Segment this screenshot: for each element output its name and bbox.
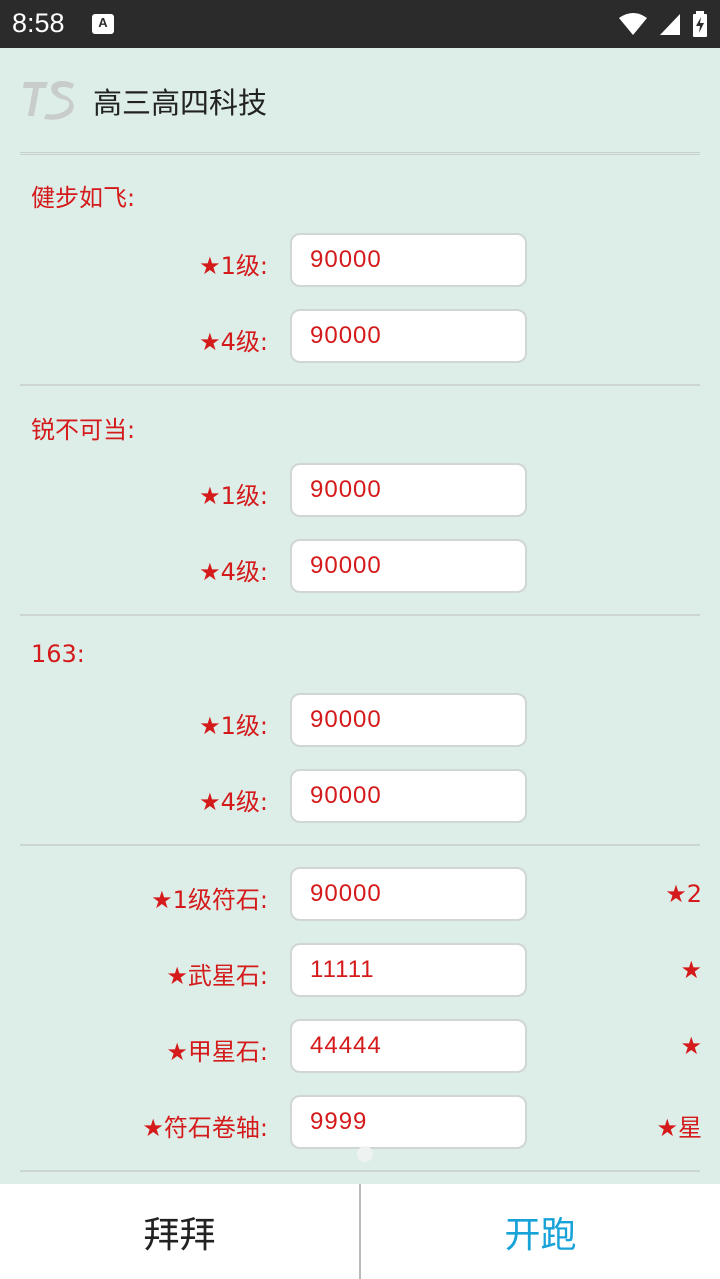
- exit-button[interactable]: 拜拜: [0, 1184, 359, 1279]
- level-1-label: ★1级:: [199, 482, 268, 510]
- wifi-icon: [619, 13, 647, 35]
- section-divider: [20, 614, 700, 616]
- section-title-jianbu: 健步如飞:: [31, 184, 136, 212]
- start-button[interactable]: 开跑: [361, 1184, 720, 1279]
- rune-scroll-note: ★星: [656, 1114, 702, 1142]
- level-4-label: ★4级:: [199, 788, 268, 816]
- level-4-input[interactable]: [292, 541, 525, 591]
- section-divider: [20, 384, 700, 386]
- weapon-star-stone-input[interactable]: [292, 945, 525, 995]
- status-time: 8:58: [12, 8, 65, 38]
- level-1-label: ★1级:: [199, 712, 268, 740]
- level-1-input[interactable]: [292, 465, 525, 515]
- app-title: 高三高四科技: [93, 86, 268, 120]
- section-title-ruibu: 锐不可当:: [31, 416, 136, 444]
- level-1-input[interactable]: [292, 235, 525, 285]
- armor-star-stone-note: ★: [680, 1032, 702, 1060]
- level-1-label: ★1级:: [199, 252, 268, 280]
- level-1-input-box[interactable]: [290, 463, 527, 517]
- battery-icon: [693, 11, 707, 37]
- weapon-star-stone-input-box[interactable]: [290, 943, 527, 997]
- ts-logo-icon: [23, 80, 74, 120]
- section-title-163: 163:: [31, 640, 85, 668]
- rune-stone-label: ★1级符石:: [151, 886, 268, 914]
- level-4-input-box[interactable]: [290, 769, 527, 823]
- level-1-input[interactable]: [292, 695, 525, 745]
- section-divider: [20, 844, 700, 846]
- app-header: 高三高四科技: [0, 48, 720, 155]
- rune-stone-note: ★2: [665, 880, 702, 908]
- level-4-label: ★4级:: [199, 558, 268, 586]
- status-icons: [618, 10, 708, 38]
- cell-signal-icon: [660, 14, 680, 35]
- rune-scroll-input[interactable]: [292, 1097, 525, 1147]
- level-4-input[interactable]: [292, 311, 525, 361]
- text-cursor-handle[interactable]: [357, 1146, 373, 1162]
- level-1-input-box[interactable]: [290, 233, 527, 287]
- level-4-label: ★4级:: [199, 328, 268, 356]
- level-4-input-box[interactable]: [290, 539, 527, 593]
- status-bar: 8:58 A: [0, 0, 720, 48]
- level-4-input-box[interactable]: [290, 309, 527, 363]
- armor-star-stone-input-box[interactable]: [290, 1019, 527, 1073]
- header-divider: [20, 152, 700, 155]
- level-1-input-box[interactable]: [290, 693, 527, 747]
- rune-scroll-label: ★符石卷轴:: [142, 1114, 268, 1142]
- section-divider: [20, 1170, 700, 1172]
- armor-star-stone-input[interactable]: [292, 1021, 525, 1071]
- weapon-star-stone-note: ★: [680, 956, 702, 984]
- bottom-action-bar: 拜拜 开跑: [0, 1184, 720, 1279]
- rune-stone-input[interactable]: [292, 869, 525, 919]
- level-4-input[interactable]: [292, 771, 525, 821]
- weapon-star-stone-label: ★武星石:: [166, 962, 268, 990]
- rune-scroll-input-box[interactable]: [290, 1095, 527, 1149]
- rune-stone-input-box[interactable]: [290, 867, 527, 921]
- notification-icon: A: [92, 14, 114, 34]
- armor-star-stone-label: ★甲星石:: [166, 1038, 268, 1066]
